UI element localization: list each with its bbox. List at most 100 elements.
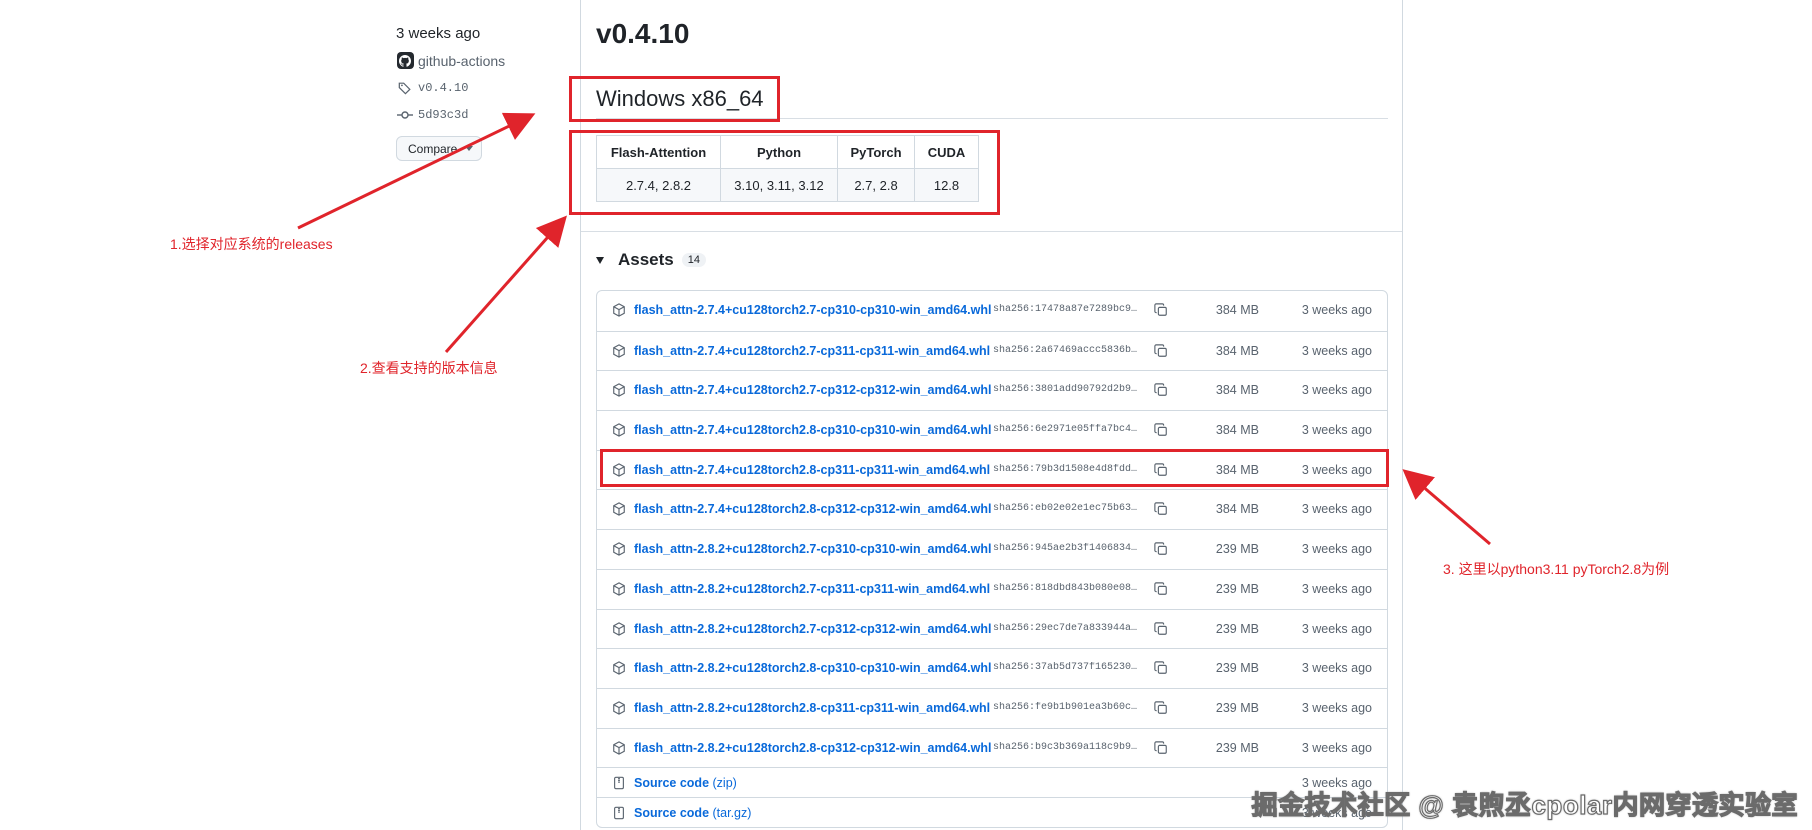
asset-size: 384 MB xyxy=(1215,303,1259,317)
copy-icon[interactable] xyxy=(1154,701,1168,715)
compare-button[interactable]: Compare xyxy=(396,136,482,161)
asset-size: 239 MB xyxy=(1215,581,1259,596)
package-icon xyxy=(612,462,626,477)
asset-size: 239 MB xyxy=(1215,661,1259,676)
chevron-down-icon xyxy=(465,146,473,151)
asset-size: 384 MB xyxy=(1215,423,1259,438)
table-cell: 12.8 xyxy=(914,168,979,202)
table-row: 2.7.4, 2.8.2 3.10, 3.11, 3.12 2.7, 2.8 1… xyxy=(596,168,979,202)
package-icon xyxy=(612,423,626,437)
asset-row: flash_attn-2.8.2+cu128torch2.7-cp311-cp3… xyxy=(597,568,1387,609)
asset-link[interactable]: flash_attn-2.8.2+cu128torch2.7-cp312-cp3… xyxy=(634,622,991,636)
copy-icon[interactable] xyxy=(1154,502,1168,516)
table-header: Python xyxy=(720,135,838,169)
asset-link[interactable]: flash_attn-2.8.2+cu128torch2.8-cp310-cp3… xyxy=(634,661,991,675)
file-zip-icon xyxy=(612,776,626,790)
asset-link[interactable]: flash_attn-2.7.4+cu128torch2.7-cp310-cp3… xyxy=(634,303,991,317)
copy-icon[interactable] xyxy=(1154,621,1168,636)
author-row[interactable]: github-actions xyxy=(396,47,576,74)
asset-date: 3 weeks ago xyxy=(1301,303,1372,317)
table-cell: 2.7.4, 2.8.2 xyxy=(596,168,721,202)
asset-date: 3 weeks ago xyxy=(1301,581,1372,596)
compatibility-table: Flash-Attention Python PyTorch CUDA 2.7.… xyxy=(596,135,979,202)
package-icon xyxy=(612,621,626,636)
package-icon xyxy=(612,582,626,596)
asset-date: 3 weeks ago xyxy=(1301,343,1372,358)
commit-hash[interactable]: 5d93c3d xyxy=(418,108,468,122)
asset-row: flash_attn-2.7.4+cu128torch2.8-cp310-cp3… xyxy=(597,410,1387,450)
asset-size: 384 MB xyxy=(1215,343,1259,358)
asset-row: flash_attn-2.8.2+cu128torch2.7-cp312-cp3… xyxy=(597,608,1387,649)
package-icon xyxy=(612,542,626,556)
compare-label: Compare xyxy=(408,141,458,156)
asset-size: 239 MB xyxy=(1215,740,1259,755)
assets-toggle[interactable]: Assets 14 xyxy=(596,250,707,270)
divider xyxy=(581,231,1402,232)
asset-sha: sha256:3801add90792d2b9… xyxy=(993,384,1138,396)
asset-size: 239 MB xyxy=(1215,621,1259,636)
asset-link[interactable]: flash_attn-2.8.2+cu128torch2.7-cp311-cp3… xyxy=(634,582,990,596)
asset-link[interactable]: flash_attn-2.7.4+cu128torch2.8-cp312-cp3… xyxy=(634,502,991,516)
asset-link[interactable]: flash_attn-2.8.2+cu128torch2.7-cp310-cp3… xyxy=(634,542,991,556)
source-code-link[interactable]: Source code (zip) xyxy=(634,776,737,790)
asset-date: 3 weeks ago xyxy=(1301,700,1372,715)
package-icon xyxy=(612,701,626,715)
asset-row: flash_attn-2.7.4+cu128torch2.7-cp310-cp3… xyxy=(597,291,1387,331)
package-icon xyxy=(612,661,626,675)
copy-icon[interactable] xyxy=(1154,542,1168,556)
package-icon xyxy=(612,303,626,317)
copy-icon[interactable] xyxy=(1154,661,1168,675)
copy-icon[interactable] xyxy=(1154,303,1168,317)
asset-link[interactable]: flash_attn-2.7.4+cu128torch2.8-cp311-cp3… xyxy=(634,463,990,477)
copy-icon[interactable] xyxy=(1154,582,1168,596)
asset-date: 3 weeks ago xyxy=(1301,423,1372,438)
release-time: 3 weeks ago xyxy=(396,25,481,42)
commit-row[interactable]: 5d93c3d xyxy=(396,101,576,128)
asset-sha: sha256:6e2971e05ffa7bc4… xyxy=(993,424,1138,436)
commit-icon xyxy=(396,106,414,124)
copy-icon[interactable] xyxy=(1154,423,1168,437)
copy-icon[interactable] xyxy=(1154,383,1168,397)
copy-icon[interactable] xyxy=(1154,343,1168,358)
asset-link[interactable]: flash_attn-2.7.4+cu128torch2.8-cp310-cp3… xyxy=(634,423,991,437)
tag-row[interactable]: v0.4.10 xyxy=(396,74,576,101)
asset-row: flash_attn-2.7.4+cu128torch2.7-cp312-cp3… xyxy=(597,370,1387,410)
asset-date: 3 weeks ago xyxy=(1301,661,1372,676)
release-title[interactable]: v0.4.10 xyxy=(596,18,689,50)
copy-icon[interactable] xyxy=(1154,740,1168,755)
tag-name[interactable]: v0.4.10 xyxy=(418,81,468,95)
annotation-step3: 3. 这里以python3.11 pyTorch2.8为例 xyxy=(1443,561,1670,577)
asset-link[interactable]: flash_attn-2.7.4+cu128torch2.7-cp311-cp3… xyxy=(634,344,990,358)
assets-count-badge: 14 xyxy=(681,253,707,267)
table-header: Flash-Attention xyxy=(596,135,721,169)
table-header: PyTorch xyxy=(837,135,915,169)
asset-sha: sha256:fe9b1b901ea3b60c… xyxy=(993,701,1138,713)
source-code-ext: (tar.gz) xyxy=(712,806,752,821)
asset-link[interactable]: flash_attn-2.8.2+cu128torch2.8-cp312-cp3… xyxy=(634,741,991,755)
annotation-step1: 1.选择对应系统的releases xyxy=(170,236,333,252)
package-icon xyxy=(612,343,626,358)
asset-date: 3 weeks ago xyxy=(1301,621,1372,636)
platform-heading: Windows x86_64 xyxy=(596,86,764,111)
asset-sha: sha256:eb02e02e1ec75b63… xyxy=(993,503,1138,515)
release-main: v0.4.10 Windows x86_64 Flash-Attention P… xyxy=(580,0,1403,830)
package-icon xyxy=(612,383,626,398)
source-code-link[interactable]: Source code (tar.gz) xyxy=(634,806,751,820)
asset-date: 3 weeks ago xyxy=(1301,462,1372,477)
asset-row: flash_attn-2.8.2+cu128torch2.8-cp312-cp3… xyxy=(597,727,1387,768)
asset-sha: sha256:945ae2b3f1406834… xyxy=(993,543,1138,555)
copy-icon[interactable] xyxy=(1154,463,1168,477)
asset-link[interactable]: flash_attn-2.7.4+cu128torch2.7-cp312-cp3… xyxy=(634,383,991,397)
author-name[interactable]: github-actions xyxy=(418,53,505,69)
release-time-row: 3 weeks ago xyxy=(396,20,576,47)
package-icon xyxy=(612,740,626,755)
source-code-ext: (zip) xyxy=(712,776,737,791)
asset-size: 239 MB xyxy=(1215,542,1259,557)
asset-sha: sha256:b9c3b369a118c9b9… xyxy=(993,741,1138,753)
tag-icon xyxy=(396,79,414,97)
avatar xyxy=(396,52,414,70)
asset-link[interactable]: flash_attn-2.8.2+cu128torch2.8-cp311-cp3… xyxy=(634,701,990,715)
table-header-row: Flash-Attention Python PyTorch CUDA xyxy=(596,135,979,169)
table-cell: 2.7, 2.8 xyxy=(837,168,915,202)
asset-date: 3 weeks ago xyxy=(1301,542,1372,557)
